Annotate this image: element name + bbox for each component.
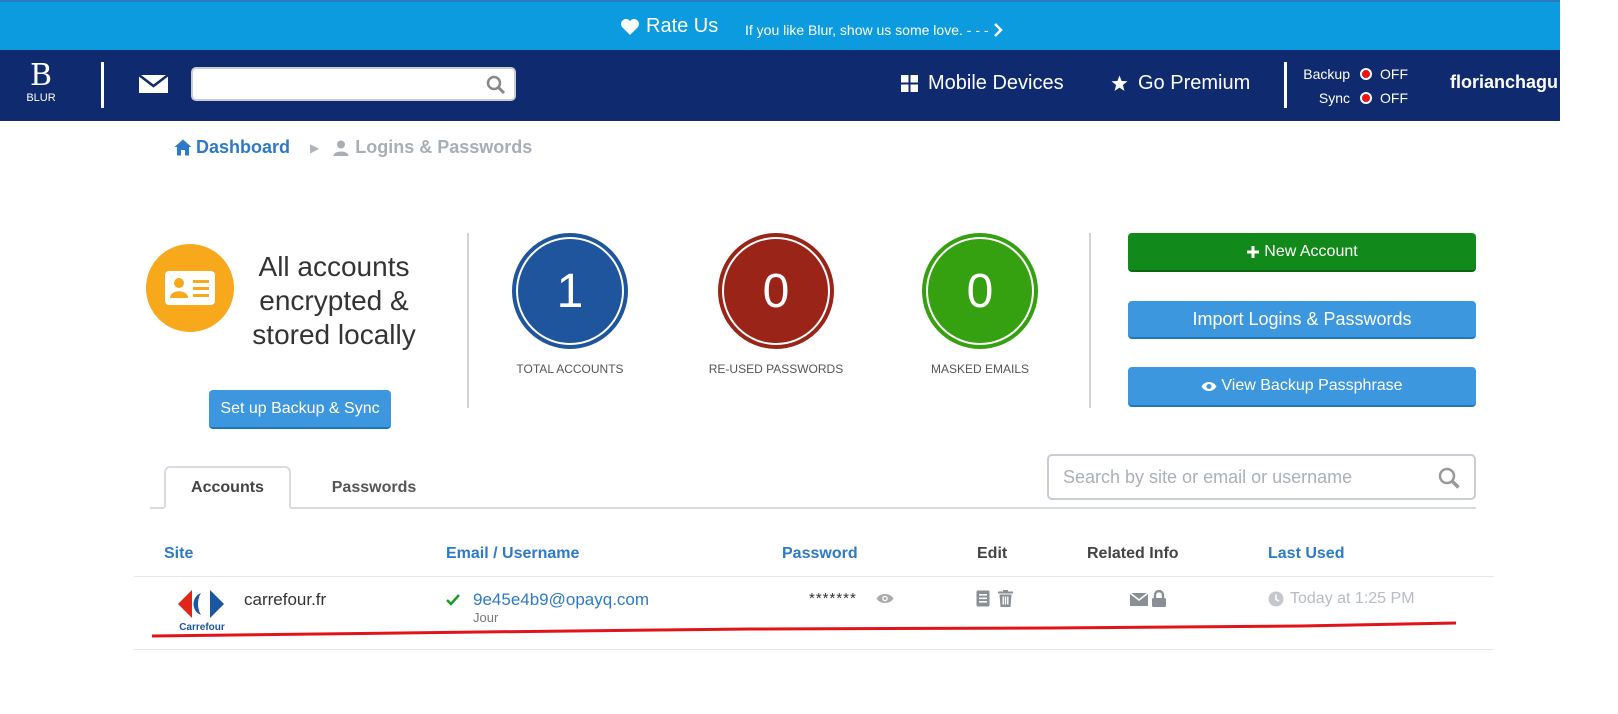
logo-text: BLUR bbox=[26, 92, 56, 104]
new-account-button[interactable]: New Account bbox=[1128, 233, 1476, 272]
column-header-last-used[interactable]: Last Used bbox=[1268, 545, 1344, 563]
reused-passwords-circle: 0 bbox=[718, 233, 834, 349]
heart-icon bbox=[621, 18, 639, 35]
plus-icon bbox=[1247, 245, 1260, 258]
logo-mark: B bbox=[29, 58, 53, 93]
encrypted-message: All accounts encrypted & stored locally bbox=[252, 251, 416, 350]
accounts-search-input[interactable] bbox=[1049, 456, 1419, 498]
breadcrumb-dashboard[interactable]: Dashboard bbox=[174, 137, 290, 158]
accounts-search bbox=[1047, 454, 1476, 500]
go-premium-label: Go Premium bbox=[1138, 72, 1251, 94]
table-row-divider bbox=[134, 649, 1494, 650]
masked-emails-value: 0 bbox=[966, 264, 994, 318]
rate-us-message[interactable]: If you like Blur, show us some love. - -… bbox=[745, 22, 1003, 38]
breadcrumb-current: Logins & Passwords bbox=[333, 137, 532, 158]
id-card-badge bbox=[146, 244, 234, 332]
column-header-site[interactable]: Site bbox=[164, 545, 193, 563]
home-icon bbox=[174, 139, 192, 156]
tab-accounts[interactable]: Accounts bbox=[164, 466, 291, 509]
rate-us-link[interactable]: Rate Us bbox=[620, 15, 718, 38]
backup-status[interactable]: Backup OFF bbox=[1302, 66, 1408, 82]
column-header-edit: Edit bbox=[977, 545, 1008, 562]
related-mail-icon[interactable] bbox=[1130, 593, 1148, 606]
rate-banner: Rate Us If you like Blur, show us some l… bbox=[0, 0, 1560, 50]
column-header-related-info: Related Info bbox=[1087, 545, 1179, 562]
backup-status-dot bbox=[1360, 68, 1372, 80]
clock-icon bbox=[1268, 591, 1284, 607]
username-menu[interactable]: florianchagu bbox=[1450, 72, 1558, 93]
mobile-devices-label: Mobile Devices bbox=[928, 72, 1064, 94]
sync-status-text: OFF bbox=[1380, 90, 1408, 106]
breadcrumb-dashboard-label: Dashboard bbox=[196, 137, 291, 157]
nav-divider-right bbox=[1284, 62, 1287, 108]
check-icon bbox=[446, 594, 460, 606]
sync-status-dot bbox=[1360, 92, 1372, 104]
sync-label: Sync bbox=[1318, 90, 1350, 106]
stats-divider bbox=[1089, 233, 1091, 408]
view-backup-label: View Backup Passphrase bbox=[1221, 377, 1403, 394]
backup-status-text: OFF bbox=[1380, 66, 1408, 82]
user-icon bbox=[333, 140, 349, 156]
table-header-divider bbox=[134, 576, 1494, 577]
id-card-icon bbox=[165, 271, 215, 305]
nav-search-input[interactable] bbox=[193, 69, 473, 99]
view-backup-passphrase-button[interactable]: View Backup Passphrase bbox=[1128, 367, 1476, 407]
column-header-password[interactable]: Password bbox=[782, 545, 858, 563]
grid-icon bbox=[901, 75, 918, 92]
import-logins-button[interactable]: Import Logins & Passwords bbox=[1128, 301, 1476, 339]
breadcrumb-current-label: Logins & Passwords bbox=[355, 137, 533, 157]
backup-label: Backup bbox=[1303, 66, 1350, 82]
red-underline-annotation bbox=[151, 621, 1457, 638]
go-premium-link[interactable]: Go Premium bbox=[1111, 72, 1250, 95]
top-nav: B BLUR Mobile Devices Go Premium Backup … bbox=[0, 50, 1560, 121]
masked-password: ******* bbox=[809, 590, 857, 607]
mail-icon[interactable] bbox=[138, 74, 169, 94]
nav-divider bbox=[101, 62, 104, 108]
rate-us-sub-label: If you like Blur, show us some love. - -… bbox=[745, 22, 989, 38]
rate-us-label: Rate Us bbox=[646, 15, 719, 37]
sync-status[interactable]: Sync OFF bbox=[1302, 90, 1408, 106]
search-icon[interactable] bbox=[1438, 467, 1460, 489]
masked-emails-label: MASKED EMAILS bbox=[930, 362, 1030, 376]
total-accounts-value: 1 bbox=[556, 264, 584, 318]
eye-icon[interactable] bbox=[876, 592, 894, 605]
nav-search bbox=[191, 67, 516, 101]
related-lock-icon[interactable] bbox=[1151, 590, 1167, 607]
chevron-right-icon bbox=[993, 23, 1003, 37]
column-header-email[interactable]: Email / Username bbox=[446, 545, 579, 563]
reused-passwords-value: 0 bbox=[762, 264, 790, 318]
new-account-label: New Account bbox=[1264, 242, 1358, 260]
reused-passwords-label: RE-USED PASSWORDS bbox=[708, 362, 844, 376]
site-name: carrefour.fr bbox=[244, 590, 327, 609]
trash-icon[interactable] bbox=[998, 590, 1013, 607]
last-used: Today at 1:25 PM bbox=[1268, 590, 1415, 608]
total-accounts-circle: 1 bbox=[512, 233, 628, 349]
blur-logo[interactable]: B BLUR bbox=[18, 60, 64, 110]
edit-icon[interactable] bbox=[976, 590, 990, 607]
search-icon[interactable] bbox=[486, 75, 506, 95]
last-used-text: Today at 1:25 PM bbox=[1290, 590, 1415, 607]
setup-backup-sync-button[interactable]: Set up Backup & Sync bbox=[209, 390, 391, 429]
total-accounts-label: TOTAL ACCOUNTS bbox=[516, 362, 624, 376]
star-icon bbox=[1111, 75, 1128, 91]
tab-passwords[interactable]: Passwords bbox=[312, 466, 436, 509]
summary-divider bbox=[467, 233, 469, 408]
breadcrumb-separator-icon: ▶ bbox=[310, 140, 320, 155]
account-email[interactable]: 9e45e4b9@opayq.com bbox=[473, 590, 649, 610]
eye-icon bbox=[1201, 381, 1217, 391]
masked-emails-circle: 0 bbox=[922, 233, 1038, 349]
breadcrumb: Dashboard ▶ Logins & Passwords bbox=[174, 137, 532, 158]
mobile-devices-link[interactable]: Mobile Devices bbox=[901, 72, 1064, 95]
